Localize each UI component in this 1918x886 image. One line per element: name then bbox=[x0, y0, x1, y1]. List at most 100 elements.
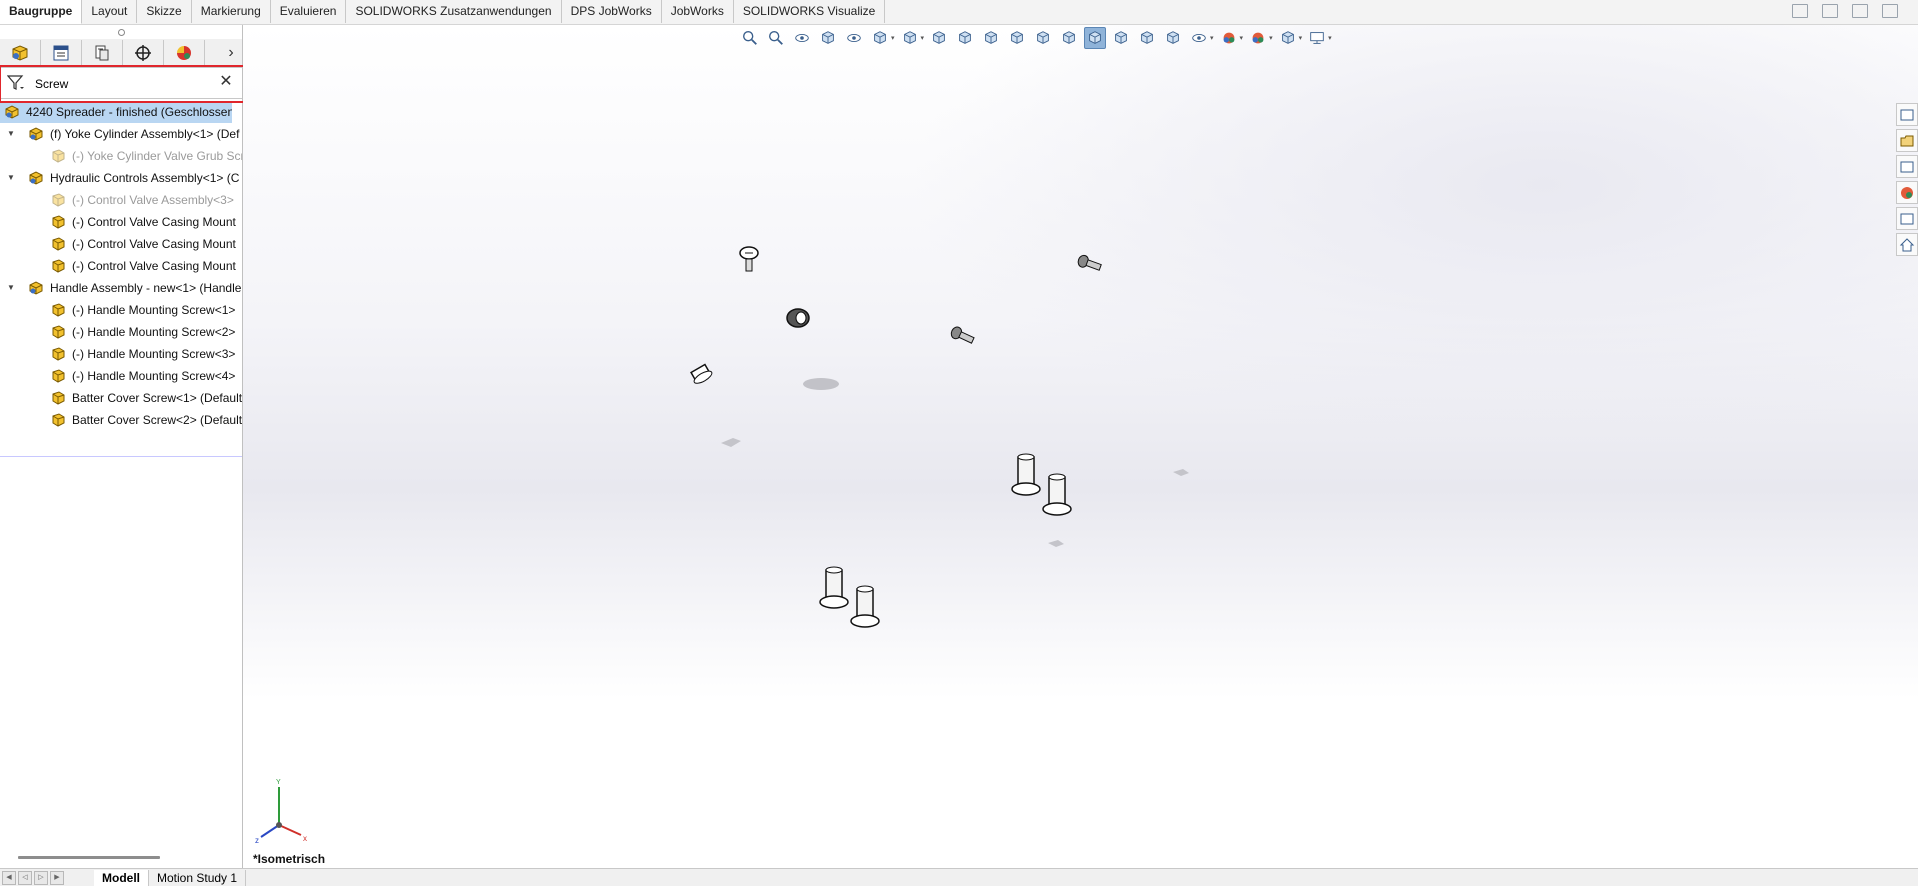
view-back-button[interactable] bbox=[954, 27, 976, 49]
tree-item[interactable]: (-) Control Valve Assembly<3> bbox=[0, 189, 242, 211]
tree-item[interactable]: Batter Cover Screw<1> (Default bbox=[0, 387, 242, 409]
chevron-down-icon[interactable]: ▾ bbox=[1269, 34, 1273, 42]
close-window-icon[interactable] bbox=[1882, 4, 1898, 18]
last-tab-icon[interactable]: ▶ bbox=[50, 870, 64, 885]
tab-solidworks-visualize[interactable]: SOLIDWORKS Visualize bbox=[733, 0, 886, 23]
view-right-button[interactable] bbox=[1006, 27, 1028, 49]
clear-filter-icon[interactable]: ✕ bbox=[218, 72, 234, 92]
chevron-down-icon[interactable]: ▾ bbox=[921, 34, 925, 42]
tree-item[interactable]: ▼ Hydraulic Controls Assembly<1> (C bbox=[0, 167, 242, 189]
previous-view-button[interactable] bbox=[791, 27, 813, 49]
screw-part[interactable] bbox=[786, 308, 810, 328]
tab-featuremanager[interactable] bbox=[0, 39, 41, 67]
screw-part[interactable] bbox=[689, 363, 713, 386]
tree-item[interactable]: (-) Handle Mounting Screw<1> bbox=[0, 299, 242, 321]
tab-jobworks[interactable]: JobWorks bbox=[661, 0, 734, 23]
view-left-button[interactable] bbox=[980, 27, 1002, 49]
edit-appearance-button[interactable] bbox=[1218, 27, 1240, 49]
bolt-part[interactable] bbox=[850, 585, 880, 628]
tree-item[interactable]: ▼ Handle Assembly - new<1> (Handle bbox=[0, 277, 242, 299]
screw-part[interactable] bbox=[949, 325, 975, 346]
design-library-icon bbox=[1900, 135, 1914, 146]
zoom-fit-button[interactable] bbox=[739, 27, 761, 49]
custom-properties-tab[interactable] bbox=[1896, 207, 1918, 230]
tree-filter-input[interactable] bbox=[33, 73, 217, 95]
home-tab[interactable] bbox=[1896, 233, 1918, 256]
dynamic-annotation-button[interactable] bbox=[843, 27, 865, 49]
tab-dimxpert[interactable] bbox=[123, 39, 164, 67]
chevron-down-icon[interactable]: ▾ bbox=[891, 34, 895, 42]
chevron-right-icon[interactable]: › bbox=[220, 44, 242, 62]
tab-layout[interactable]: Layout bbox=[82, 0, 138, 23]
chevron-down-icon[interactable]: ▾ bbox=[1328, 34, 1332, 42]
normal-to-button[interactable] bbox=[1162, 27, 1184, 49]
tree-item[interactable]: (-) Control Valve Casing Mount bbox=[0, 255, 242, 277]
section-view-button[interactable] bbox=[817, 27, 839, 49]
hide-show-items-icon bbox=[1192, 33, 1206, 43]
tab-configurationmanager[interactable] bbox=[82, 39, 123, 67]
tree-item[interactable]: (-) Control Valve Casing Mount bbox=[0, 211, 242, 233]
tab-modell[interactable]: Modell bbox=[94, 869, 149, 886]
tab-evaluieren[interactable]: Evaluieren bbox=[270, 0, 347, 23]
tree-item[interactable]: (-) Handle Mounting Screw<2> bbox=[0, 321, 242, 343]
chevron-down-icon[interactable]: ▾ bbox=[1240, 34, 1244, 42]
tree-item-label: (-) Control Valve Casing Mount bbox=[72, 259, 236, 273]
tree-item[interactable]: (-) Handle Mounting Screw<4> bbox=[0, 365, 242, 387]
view-settings-button[interactable] bbox=[1277, 27, 1299, 49]
first-tab-icon[interactable]: ◀ bbox=[2, 870, 16, 885]
appearances-tab[interactable] bbox=[1896, 181, 1918, 204]
bolt-part[interactable] bbox=[1011, 453, 1041, 496]
tab-motion-study-1[interactable]: Motion Study 1 bbox=[149, 869, 247, 886]
collapse-right-icon[interactable] bbox=[1822, 4, 1838, 18]
apply-scene-button[interactable] bbox=[1247, 27, 1269, 49]
expand-toggle-icon[interactable]: ▼ bbox=[6, 277, 16, 299]
view-isometric-button[interactable] bbox=[1084, 27, 1107, 49]
tab-markierung[interactable]: Markierung bbox=[191, 0, 271, 23]
tab-solidworks-zusatzanwendungen[interactable]: SOLIDWORKS Zusatzanwendungen bbox=[346, 0, 562, 23]
tab-skizze[interactable]: Skizze bbox=[137, 0, 192, 23]
bolt-part[interactable] bbox=[819, 566, 849, 609]
chevron-down-icon[interactable]: ▾ bbox=[1299, 34, 1303, 42]
expand-toggle-icon[interactable]: ▼ bbox=[6, 167, 16, 189]
view-bottom-button[interactable] bbox=[1058, 27, 1080, 49]
tab-displaymanager[interactable] bbox=[164, 39, 205, 67]
view-orientation-button[interactable] bbox=[869, 27, 891, 49]
next-tab-icon[interactable]: ▷ bbox=[34, 870, 48, 885]
part-icon bbox=[50, 368, 66, 384]
tree-item[interactable]: ▼ (f) Yoke Cylinder Assembly<1> (Def bbox=[0, 123, 242, 145]
bolt-part[interactable] bbox=[1042, 473, 1072, 516]
tree-item[interactable]: (-) Control Valve Casing Mount bbox=[0, 233, 242, 255]
display-style-button[interactable] bbox=[899, 27, 921, 49]
hide-show-items-button[interactable] bbox=[1188, 27, 1210, 49]
tree-item[interactable]: (-) Yoke Cylinder Valve Grub Scr bbox=[0, 145, 242, 167]
restore-window-icon[interactable] bbox=[1852, 4, 1868, 18]
zoom-area-button[interactable] bbox=[765, 27, 787, 49]
pane-splitter[interactable] bbox=[0, 25, 242, 39]
solidworks-resources-icon bbox=[1900, 109, 1914, 120]
horizontal-scrollbar[interactable] bbox=[18, 856, 160, 859]
screw-part[interactable] bbox=[1077, 254, 1103, 273]
display-button[interactable] bbox=[1306, 27, 1328, 49]
chevron-down-icon[interactable]: ▾ bbox=[1210, 34, 1214, 42]
collapse-left-icon[interactable] bbox=[1792, 4, 1808, 18]
view-front-button[interactable] bbox=[928, 27, 950, 49]
view-dimetric-button[interactable] bbox=[1136, 27, 1158, 49]
heads-up-view-toolbar: ▾ ▾ ▾ ▾ ▾ ▾ ▾ bbox=[739, 27, 1332, 49]
screw-part[interactable] bbox=[739, 246, 759, 272]
tab-propertymanager[interactable] bbox=[41, 39, 82, 67]
view-top-button[interactable] bbox=[1032, 27, 1054, 49]
solidworks-resources-tab[interactable] bbox=[1896, 103, 1918, 126]
prev-tab-icon[interactable]: ◁ bbox=[18, 870, 32, 885]
design-library-tab[interactable] bbox=[1896, 129, 1918, 152]
tree-item[interactable]: (-) Handle Mounting Screw<3> bbox=[0, 343, 242, 365]
part-icon bbox=[50, 148, 66, 164]
view-trimetric-button[interactable] bbox=[1110, 27, 1132, 49]
graphics-area[interactable]: ▾ ▾ ▾ ▾ ▾ ▾ ▾ Y x z *Isometrisch bbox=[243, 25, 1918, 868]
filter-icon[interactable] bbox=[7, 75, 25, 91]
tree-item[interactable]: 4240 Spreader - finished (Geschlossen) bbox=[0, 101, 232, 123]
tree-item[interactable]: Batter Cover Screw<2> (Default bbox=[0, 409, 242, 431]
expand-toggle-icon[interactable]: ▼ bbox=[6, 123, 16, 145]
file-explorer-tab[interactable] bbox=[1896, 155, 1918, 178]
tab-dps-jobworks[interactable]: DPS JobWorks bbox=[561, 0, 662, 23]
tab-baugruppe[interactable]: Baugruppe bbox=[0, 0, 83, 24]
